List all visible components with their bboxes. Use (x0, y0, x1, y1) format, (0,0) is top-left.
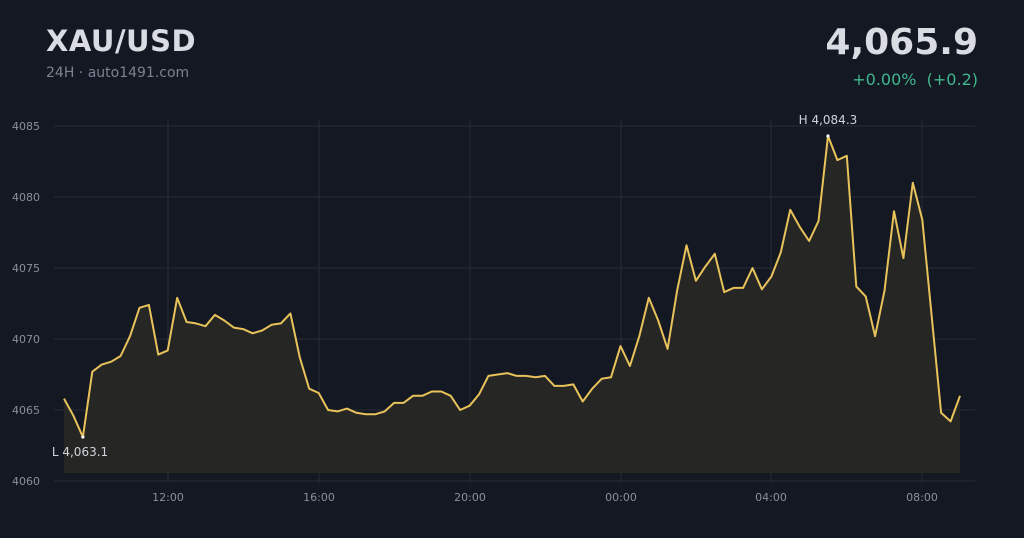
x-tick-label: 04:00 (755, 491, 787, 504)
y-tick-label: 4085 (12, 120, 40, 133)
low-marker (81, 435, 85, 439)
x-tick-label: 00:00 (605, 491, 637, 504)
y-tick-label: 4070 (12, 333, 40, 346)
x-tick-label: 08:00 (906, 491, 938, 504)
x-tick-label: 20:00 (454, 491, 486, 504)
y-tick-label: 4080 (12, 191, 40, 204)
price-area (64, 135, 960, 473)
price-chart: 4060 4065 4070 4075 4080 4085 12:00 16:00 20:00 0… (12, 113, 975, 504)
high-label: H 4,084.3 (799, 113, 858, 127)
x-tick-label: 12:00 (152, 491, 184, 504)
low-label: L 4,063.1 (52, 445, 108, 459)
y-tick-label: 4075 (12, 262, 40, 275)
y-tick-label: 4065 (12, 404, 40, 417)
high-marker (826, 134, 830, 138)
y-tick-label: 4060 (12, 475, 40, 488)
x-tick-label: 16:00 (303, 491, 335, 504)
